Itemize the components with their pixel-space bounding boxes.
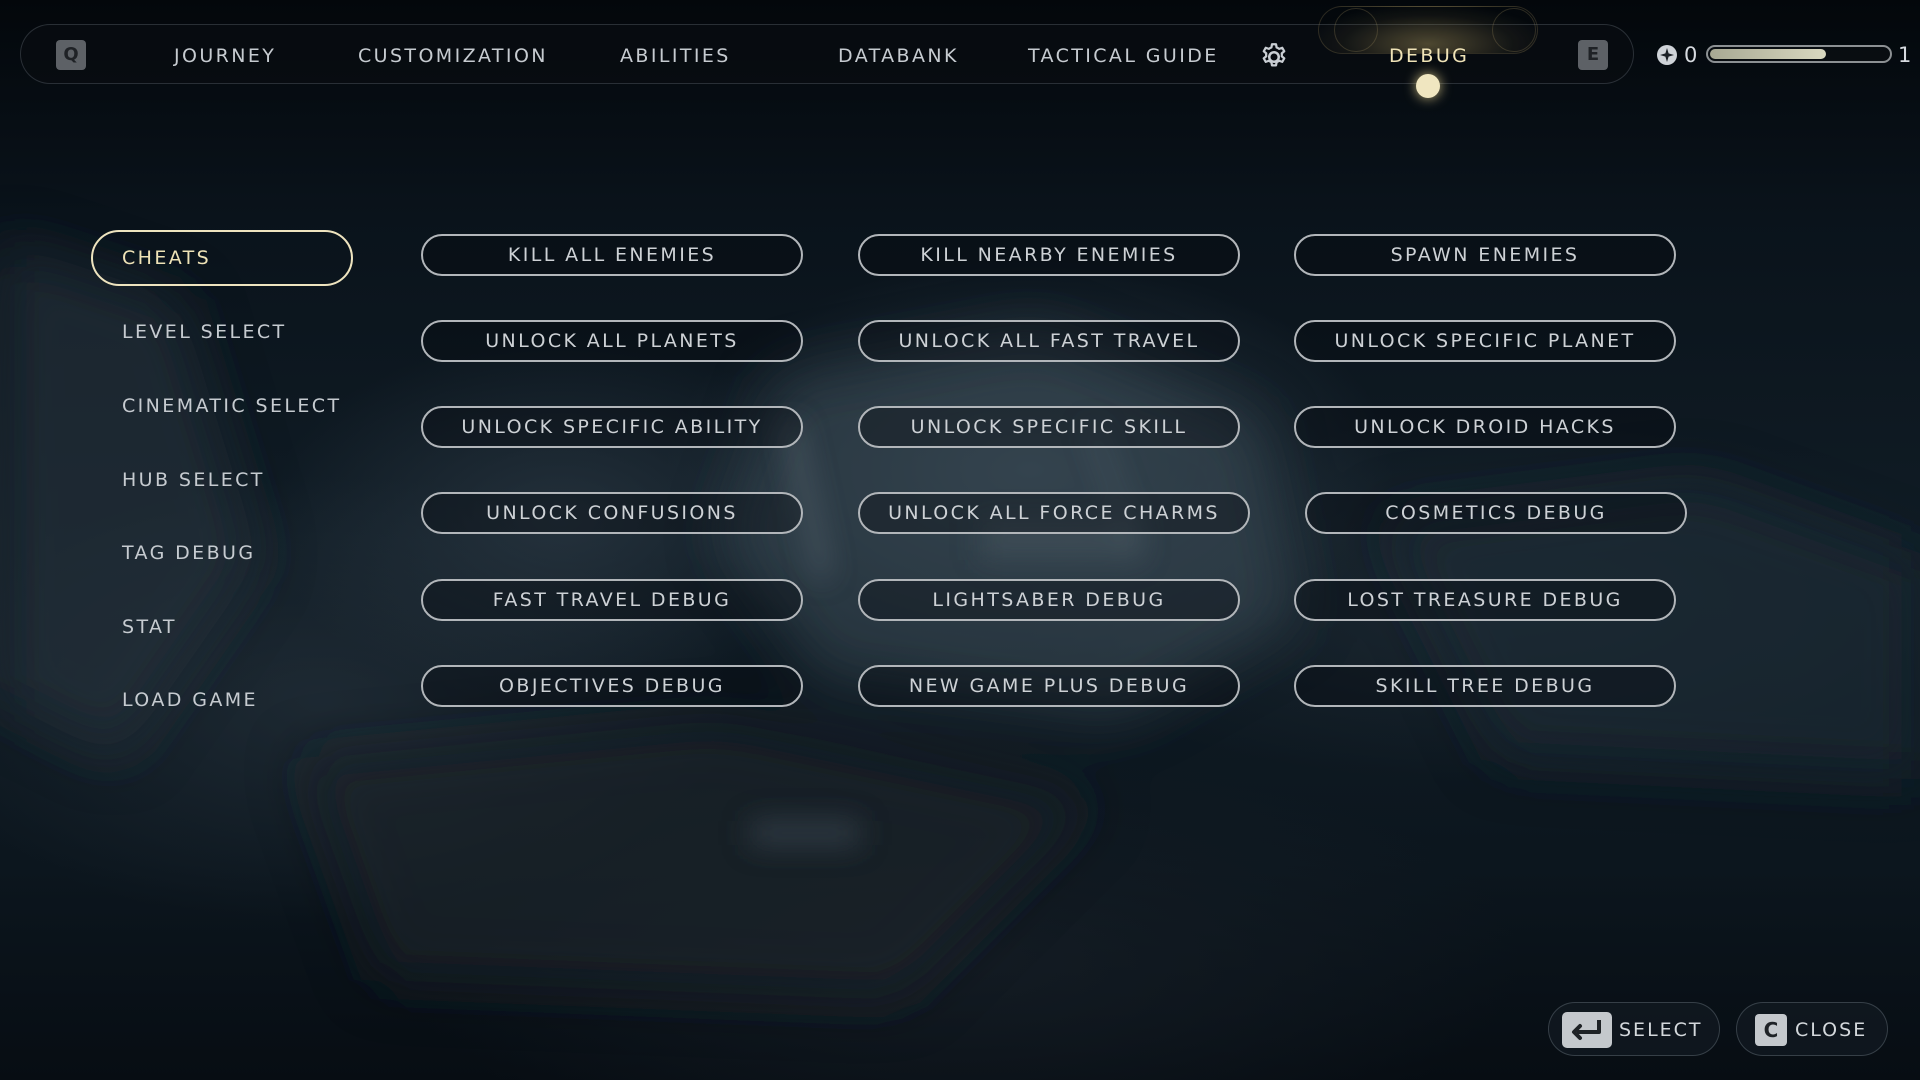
tab-databank[interactable]: DATABANK (838, 27, 959, 85)
tab-customization[interactable]: CUSTOMIZATION (358, 27, 548, 85)
unlock-all-force-charms-button[interactable]: UNLOCK ALL FORCE CHARMS (858, 492, 1250, 534)
sidebar-item-stat[interactable]: STAT (122, 615, 177, 639)
unlock-all-planets-button[interactable]: UNLOCK ALL PLANETS (421, 320, 803, 362)
spawn-enemies-button[interactable]: SPAWN ENEMIES (1294, 234, 1676, 276)
lightsaber-debug-button[interactable]: LIGHTSABER DEBUG (858, 579, 1240, 621)
select-prompt[interactable]: SELECT (1548, 1002, 1720, 1056)
sidebar-item-level-select[interactable]: LEVEL SELECT (122, 320, 287, 344)
xp-progress-bar (1706, 45, 1892, 63)
close-key-c: C (1755, 1014, 1787, 1046)
active-tab-indicator (1416, 74, 1440, 98)
active-tab-ring-left (1334, 8, 1378, 52)
skill-point-icon (1657, 45, 1677, 65)
background-scenery (0, 240, 1920, 1000)
xp-level-start: 0 (1684, 43, 1698, 67)
next-tab-key-e[interactable]: E (1578, 40, 1608, 70)
select-prompt-label: SELECT (1619, 1019, 1703, 1041)
unlock-specific-ability-button[interactable]: UNLOCK SPECIFIC ABILITY (421, 406, 803, 448)
unlock-confusions-button[interactable]: UNLOCK CONFUSIONS (421, 492, 803, 534)
kill-all-enemies-button[interactable]: KILL ALL ENEMIES (421, 234, 803, 276)
debug-menu-screen: Q JOURNEY CUSTOMIZATION ABILITIES DATABA… (0, 0, 1920, 1080)
prev-tab-key-q[interactable]: Q (56, 40, 86, 70)
xp-progress-fill (1710, 49, 1826, 59)
unlock-droid-hacks-button[interactable]: UNLOCK DROID HACKS (1294, 406, 1676, 448)
cosmetics-debug-button[interactable]: COSMETICS DEBUG (1305, 492, 1687, 534)
unlock-specific-planet-button[interactable]: UNLOCK SPECIFIC PLANET (1294, 320, 1676, 362)
sidebar-item-cheats[interactable]: CHEATS (122, 246, 211, 270)
xp-level-end: 1 (1898, 43, 1912, 67)
active-tab-ring-right (1492, 8, 1536, 52)
gear-icon[interactable] (1259, 42, 1289, 72)
close-prompt-label: CLOSE (1795, 1019, 1868, 1041)
sidebar-item-hub-select[interactable]: HUB SELECT (122, 468, 265, 492)
sidebar-item-cinematic-select[interactable]: CINEMATIC SELECT (122, 394, 341, 418)
skill-tree-debug-button[interactable]: SKILL TREE DEBUG (1294, 665, 1676, 707)
unlock-all-fast-travel-button[interactable]: UNLOCK ALL FAST TRAVEL (858, 320, 1240, 362)
objectives-debug-button[interactable]: OBJECTIVES DEBUG (421, 665, 803, 707)
kill-nearby-enemies-button[interactable]: KILL NEARBY ENEMIES (858, 234, 1240, 276)
unlock-specific-skill-button[interactable]: UNLOCK SPECIFIC SKILL (858, 406, 1240, 448)
tab-journey[interactable]: JOURNEY (174, 27, 276, 85)
enter-key-icon (1562, 1012, 1612, 1048)
tab-tactical-guide[interactable]: TACTICAL GUIDE (1028, 27, 1219, 85)
close-prompt[interactable]: C CLOSE (1736, 1002, 1888, 1056)
sidebar-item-load-game[interactable]: LOAD GAME (122, 688, 258, 712)
sidebar-item-tag-debug[interactable]: TAG DEBUG (122, 541, 255, 565)
lost-treasure-debug-button[interactable]: LOST TREASURE DEBUG (1294, 579, 1676, 621)
fast-travel-debug-button[interactable]: FAST TRAVEL DEBUG (421, 579, 803, 621)
tab-abilities[interactable]: ABILITIES (620, 27, 731, 85)
new-game-plus-debug-button[interactable]: NEW GAME PLUS DEBUG (858, 665, 1240, 707)
